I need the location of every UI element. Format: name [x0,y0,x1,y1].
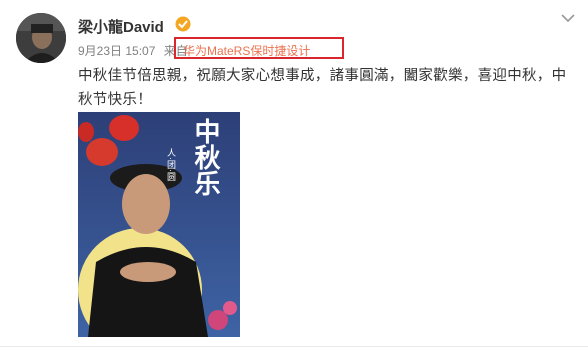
avatar[interactable] [16,13,66,63]
verified-badge-icon [175,16,191,32]
device-source-link[interactable]: 华为MateRS保时捷设计 [183,42,310,59]
avatar-image [16,13,66,63]
photo-caption-main: 中秋乐 [190,118,220,196]
divider [0,346,588,347]
post-photo[interactable]: 中秋乐 人·团·圆 [78,112,240,337]
chevron-down-icon[interactable] [560,12,576,24]
author-name[interactable]: 梁小龍David [78,16,164,37]
post-text: 中秋佳节倍思親，祝願大家心想事成，諸事圓滿，闔家歡樂，喜迎中秋，中秋节快乐！ [78,68,567,108]
photo-caption-sub: 人·团·圆 [166,148,176,181]
post-meta: 9月23日 15:07 来自 [78,42,188,59]
post-timestamp[interactable]: 9月23日 15:07 [78,42,155,59]
